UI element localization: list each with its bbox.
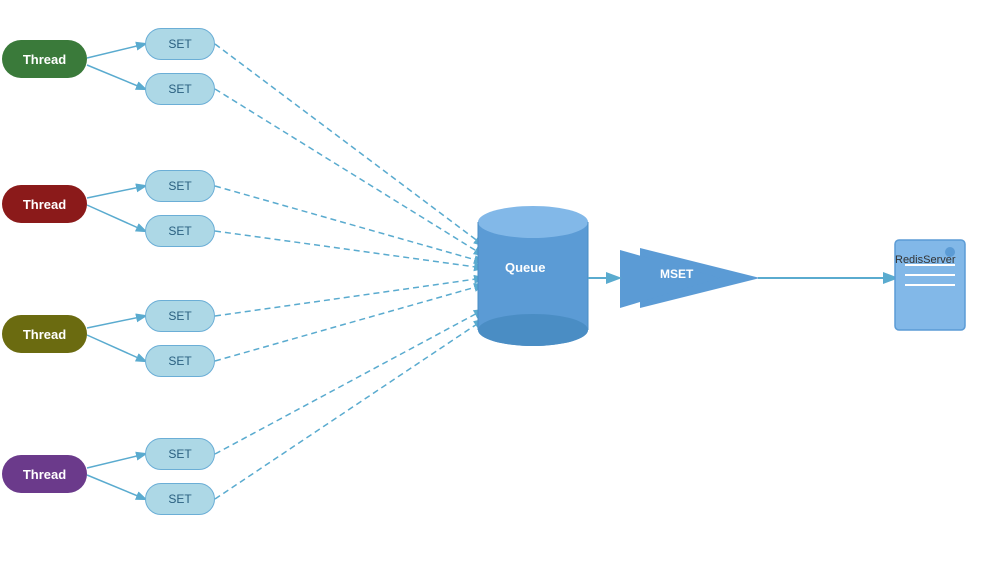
queue-label: Queue (505, 260, 545, 275)
set-label-2-2: SET (168, 224, 191, 238)
thread-3-pill: Thread (2, 315, 87, 353)
set-1-2: SET (145, 73, 215, 105)
set-label-4-2: SET (168, 492, 191, 506)
set-4-2: SET (145, 483, 215, 515)
thread-3-label: Thread (23, 327, 66, 342)
redis-container: RedisServer (895, 250, 956, 266)
thread-4-pill: Thread (2, 455, 87, 493)
set-3-1: SET (145, 300, 215, 332)
thread-1-label: Thread (23, 52, 66, 67)
set-label-1-2: SET (168, 82, 191, 96)
mset-label: MSET (660, 267, 693, 281)
set-1-1: SET (145, 28, 215, 60)
set-label-4-1: SET (168, 447, 191, 461)
set-label-3-2: SET (168, 354, 191, 368)
set-label-2-1: SET (168, 179, 191, 193)
thread-4-label: Thread (23, 467, 66, 482)
set-3-2: SET (145, 345, 215, 377)
thread-1-pill: Thread (2, 40, 87, 78)
set-4-1: SET (145, 438, 215, 470)
set-label-1-1: SET (168, 37, 191, 51)
set-2-1: SET (145, 170, 215, 202)
thread-2-label: Thread (23, 197, 66, 212)
set-label-3-1: SET (168, 309, 191, 323)
diagram-container: Thread Thread Thread Thread SET SET SET … (0, 0, 1001, 563)
set-2-2: SET (145, 215, 215, 247)
thread-2-pill: Thread (2, 185, 87, 223)
redis-label: RedisServer (895, 254, 956, 266)
